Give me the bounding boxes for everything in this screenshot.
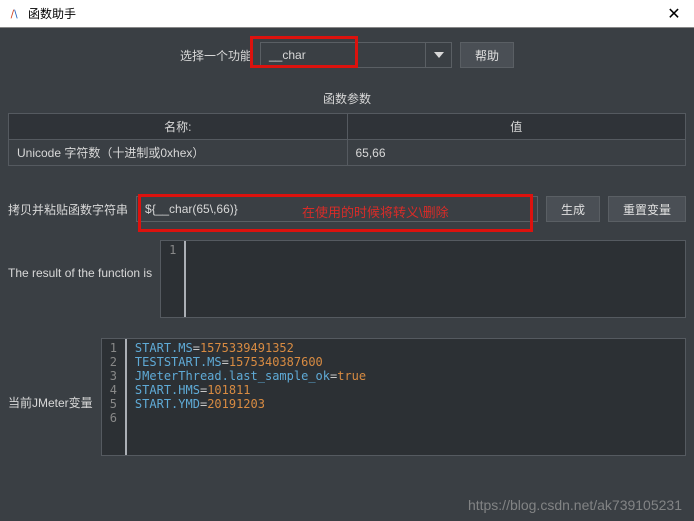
chevron-down-icon[interactable] xyxy=(425,43,451,67)
function-combo[interactable]: __char xyxy=(260,42,452,68)
content-area: 选择一个功能 __char 帮助 函数参数 名称: 值 Unicode 字符数（… xyxy=(0,28,694,464)
result-row: The result of the function is 1 xyxy=(8,240,686,318)
jmeter-vars-output[interactable]: 123456 START.MS=1575339491352TESTSTART.M… xyxy=(101,338,686,456)
param-value-cell[interactable]: 65,66 xyxy=(347,140,686,166)
jmeter-vars-label: 当前JMeter变量 xyxy=(8,338,93,411)
col-name-header: 名称: xyxy=(9,114,348,140)
help-button[interactable]: 帮助 xyxy=(460,42,514,68)
params-table: 名称: 值 Unicode 字符数（十进制或0xhex） 65,66 xyxy=(8,113,686,166)
result-output[interactable]: 1 xyxy=(160,240,686,318)
reset-vars-button[interactable]: 重置变量 xyxy=(608,196,686,222)
result-lines xyxy=(186,241,202,317)
function-combo-value: __char xyxy=(261,48,425,62)
params-title: 函数参数 xyxy=(8,90,686,107)
generate-button[interactable]: 生成 xyxy=(546,196,600,222)
result-gutter: 1 xyxy=(161,241,186,317)
window-title: 函数助手 xyxy=(28,5,662,22)
jmeter-vars-row: 当前JMeter变量 123456 START.MS=1575339491352… xyxy=(8,338,686,456)
watermark: https://blog.csdn.net/ak739105231 xyxy=(468,497,682,513)
title-bar: 函数助手 ✕ xyxy=(0,0,694,28)
copy-string-row: 拷贝并粘贴函数字符串 生成 重置变量 xyxy=(8,196,686,222)
copy-string-label: 拷贝并粘贴函数字符串 xyxy=(8,201,128,218)
function-selector-row: 选择一个功能 __char 帮助 xyxy=(8,42,686,68)
result-label: The result of the function is xyxy=(8,240,152,280)
select-function-label: 选择一个功能 xyxy=(180,47,252,64)
app-icon xyxy=(8,7,22,21)
vars-lines: START.MS=1575339491352TESTSTART.MS=15753… xyxy=(127,339,374,455)
function-string-input[interactable] xyxy=(136,196,538,222)
close-icon[interactable]: ✕ xyxy=(662,4,686,24)
vars-gutter: 123456 xyxy=(102,339,127,455)
table-row[interactable]: Unicode 字符数（十进制或0xhex） 65,66 xyxy=(9,140,686,166)
col-value-header: 值 xyxy=(347,114,686,140)
param-name-cell[interactable]: Unicode 字符数（十进制或0xhex） xyxy=(9,140,348,166)
